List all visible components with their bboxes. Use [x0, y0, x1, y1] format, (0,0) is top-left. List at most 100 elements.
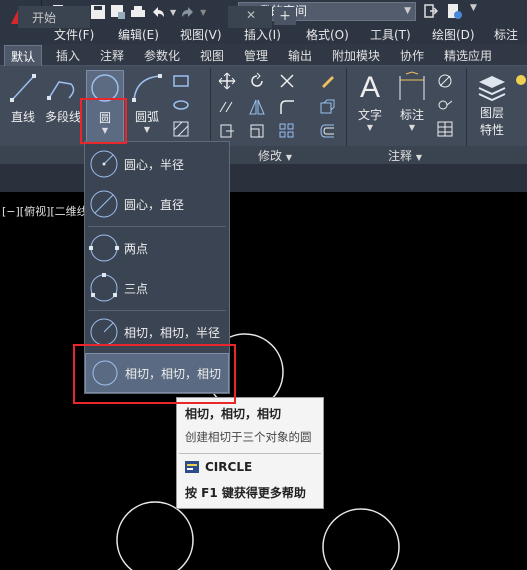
file-tabs-bar [0, 164, 527, 192]
erase-icon[interactable] [318, 72, 336, 90]
circle-center-radius-icon [90, 150, 118, 178]
hatch-icon[interactable] [172, 120, 190, 138]
line-label: 直线 [10, 110, 35, 124]
menu-item-three-point[interactable]: 三点 [85, 268, 229, 308]
circle-three-point-icon [90, 273, 118, 302]
tab-insert[interactable]: 插入 [56, 47, 80, 64]
menu-item-tan-tan-tan[interactable]: 相切，相切，相切 [85, 353, 229, 393]
text-dropdown-icon: ▼ [366, 123, 374, 132]
mirror-icon[interactable] [248, 98, 266, 116]
new-tab-button[interactable]: + [274, 7, 296, 25]
tab-addins[interactable]: 附加模块 [332, 47, 380, 64]
rectangle-icon[interactable] [172, 72, 190, 90]
scale-icon[interactable] [248, 122, 266, 140]
dimension-dropdown-icon: ▼ [408, 123, 416, 132]
circle-center-diameter-icon [90, 190, 118, 218]
tab-featured-apps[interactable]: 精选应用 [444, 47, 492, 64]
tab-annotate[interactable]: 注释 [100, 47, 124, 64]
arc-icon [132, 74, 162, 102]
offset-icon[interactable] [318, 122, 336, 140]
circle-tool[interactable]: 圆 ▼ [86, 70, 124, 142]
text-a-icon: A [359, 71, 380, 104]
undo-dropdown-icon[interactable]: ▼ [170, 8, 176, 17]
tooltip-description: 创建相切于三个对象的圆 [185, 430, 312, 444]
explode-icon[interactable] [318, 98, 336, 116]
menu-format[interactable]: 格式(O) [306, 26, 349, 43]
dimension-tool[interactable]: 标注 ▼ [394, 70, 430, 132]
circle-tan-tan-radius-icon [89, 318, 118, 346]
table-icon[interactable] [436, 120, 454, 138]
circle-two-point-icon [89, 234, 119, 262]
menu-tools[interactable]: 工具(T) [370, 26, 411, 43]
tooltip-title: 相切，相切，相切 [185, 407, 282, 421]
redo-dropdown-icon[interactable]: ▼ [200, 8, 206, 17]
multileader-icon[interactable] [436, 96, 454, 114]
menu-insert[interactable]: 插入(I) [244, 26, 281, 43]
ellipse-icon[interactable] [172, 96, 190, 114]
undo-icon[interactable] [150, 4, 166, 20]
ribbon-tabs: 默认 插入 注释 参数化 视图 管理 输出 附加模块 协作 精选应用 [0, 44, 527, 67]
drawn-circle[interactable] [322, 508, 400, 570]
polyline-tool[interactable]: 多段线 [43, 70, 83, 125]
polyline-label: 多段线 [44, 110, 81, 124]
annotation-panel-label[interactable]: 注释 ▼ [388, 147, 422, 164]
move-icon[interactable] [218, 72, 236, 90]
save-as-icon[interactable] [110, 4, 126, 20]
text-tool[interactable]: A 文字 ▼ [354, 70, 386, 132]
overflow-icon[interactable]: ▼ [470, 3, 477, 19]
menu-draw[interactable]: 绘图(D) [432, 26, 475, 43]
text-label: 文字 [357, 108, 382, 122]
drawn-circle[interactable] [116, 501, 194, 570]
share-icon[interactable] [424, 3, 438, 19]
title-right-tools: ▼ [424, 3, 477, 19]
tooltip: 相切，相切，相切 创建相切于三个对象的圆 CIRCLE 按 F1 键获得更多帮助 [176, 397, 324, 509]
redo-icon[interactable] [180, 4, 196, 20]
tab-output[interactable]: 输出 [288, 47, 312, 64]
array-icon[interactable] [278, 122, 296, 140]
layers-icon [478, 76, 506, 102]
tab-manage[interactable]: 管理 [244, 47, 268, 64]
line-icon [10, 74, 36, 102]
lightbulb-icon[interactable] [512, 72, 527, 90]
tab-default[interactable]: 默认 [4, 45, 43, 67]
stretch-icon[interactable] [218, 122, 236, 140]
arc-dropdown-icon: ▼ [143, 125, 151, 134]
close-tab-icon[interactable]: ✕ [246, 8, 256, 22]
command-line-icon [185, 461, 199, 473]
tab-view[interactable]: 视图 [200, 47, 224, 64]
menu-item-two-point[interactable]: 两点 [85, 228, 229, 268]
print-icon[interactable] [130, 4, 146, 20]
chevron-down-icon: ▼ [404, 6, 411, 16]
save-icon[interactable] [90, 4, 106, 20]
rotate-icon[interactable] [248, 72, 266, 90]
circle-dropdown-menu: 圆心，半径 圆心，直径 两点 三点 相切，相切，半径 相切，相切，相切 [84, 141, 230, 394]
tab-collaborate[interactable]: 协作 [400, 47, 424, 64]
menu-view[interactable]: 视图(V) [180, 26, 222, 43]
menu-item-center-diameter[interactable]: 圆心，直径 [85, 184, 229, 224]
file-info-icon[interactable] [446, 3, 462, 19]
fillet-icon[interactable] [278, 98, 296, 116]
line-tool[interactable]: 直线 [6, 70, 40, 125]
layers-label-2: 特性 [479, 123, 504, 137]
modify-panel-label[interactable]: 修改 ▼ [258, 147, 292, 164]
polyline-icon [47, 81, 75, 100]
circle-label: 圆 [98, 111, 111, 125]
arc-label: 圆弧 [134, 110, 159, 124]
circle-icon [91, 74, 119, 102]
menu-file[interactable]: 文件(F) [54, 26, 94, 43]
menu-item-tan-tan-radius[interactable]: 相切，相切，半径 [85, 312, 229, 352]
menu-dimension[interactable]: 标注 [494, 26, 518, 43]
leader-icon[interactable] [436, 72, 454, 90]
circle-tan-tan-tan-icon [92, 360, 118, 386]
tab-start[interactable]: 开始 [18, 6, 90, 28]
menu-item-center-radius[interactable]: 圆心，半径 [85, 144, 229, 184]
menu-edit[interactable]: 编辑(E) [118, 26, 159, 43]
trim-icon[interactable] [278, 72, 296, 90]
tooltip-command: CIRCLE [205, 460, 253, 474]
copy-icon[interactable] [218, 98, 236, 116]
tab-parametric[interactable]: 参数化 [144, 47, 180, 64]
layer-properties-tool[interactable]: 图层 特性 [472, 70, 512, 138]
dimension-icon [399, 71, 425, 100]
arc-tool[interactable]: 圆弧 ▼ [128, 70, 166, 134]
tooltip-help: 按 F1 键获得更多帮助 [185, 486, 306, 500]
